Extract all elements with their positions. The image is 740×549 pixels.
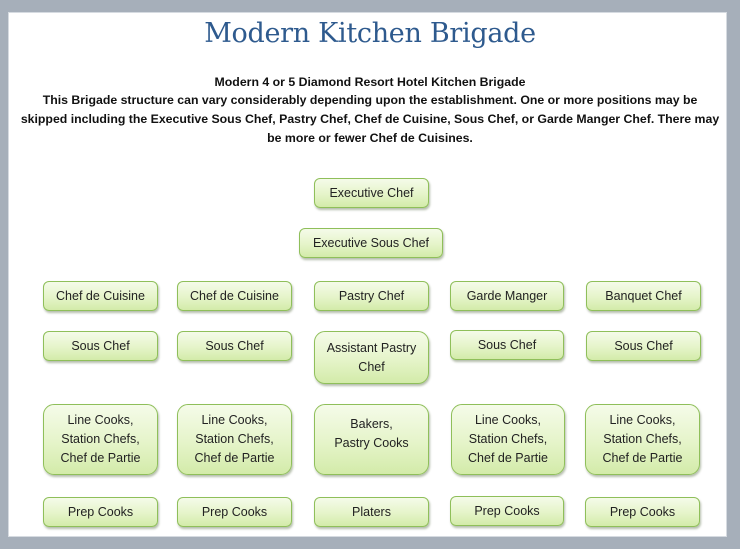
node-sous-chef: Sous Chef — [177, 331, 292, 361]
node-prep-cooks: Prep Cooks — [43, 497, 158, 527]
node-line-cooks: Line Cooks, Station Chefs, Chef de Parti… — [43, 404, 158, 475]
node-platers: Platers — [314, 497, 429, 527]
node-line-cooks: Line Cooks, Station Chefs, Chef de Parti… — [585, 404, 700, 475]
node-sous-chef: Sous Chef — [586, 331, 701, 361]
node-bakers-pastry-cooks: Bakers, Pastry Cooks — [314, 404, 429, 475]
page-title: Modern Kitchen Brigade — [204, 18, 536, 49]
node-prep-cooks: Prep Cooks — [585, 497, 700, 527]
node-chef-de-cuisine: Chef de Cuisine — [43, 281, 158, 311]
node-assistant-pastry-chef: Assistant Pastry Chef — [314, 331, 429, 384]
node-prep-cooks: Prep Cooks — [177, 497, 292, 527]
node-line-cooks: Line Cooks, Station Chefs, Chef de Parti… — [451, 404, 565, 475]
node-banquet-chef: Banquet Chef — [586, 281, 701, 311]
page-description: This Brigade structure can vary consider… — [20, 93, 720, 145]
node-executive-chef: Executive Chef — [314, 178, 429, 208]
page-subtitle: Modern 4 or 5 Diamond Resort Hotel Kitch… — [214, 75, 526, 89]
node-chef-de-cuisine: Chef de Cuisine — [177, 281, 292, 311]
node-executive-sous-chef: Executive Sous Chef — [299, 228, 443, 258]
node-garde-manger: Garde Manger — [450, 281, 564, 311]
node-sous-chef: Sous Chef — [43, 331, 158, 361]
node-pastry-chef: Pastry Chef — [314, 281, 429, 311]
node-sous-chef: Sous Chef — [450, 330, 564, 360]
node-line-cooks: Line Cooks, Station Chefs, Chef de Parti… — [177, 404, 292, 475]
node-prep-cooks: Prep Cooks — [450, 496, 564, 526]
